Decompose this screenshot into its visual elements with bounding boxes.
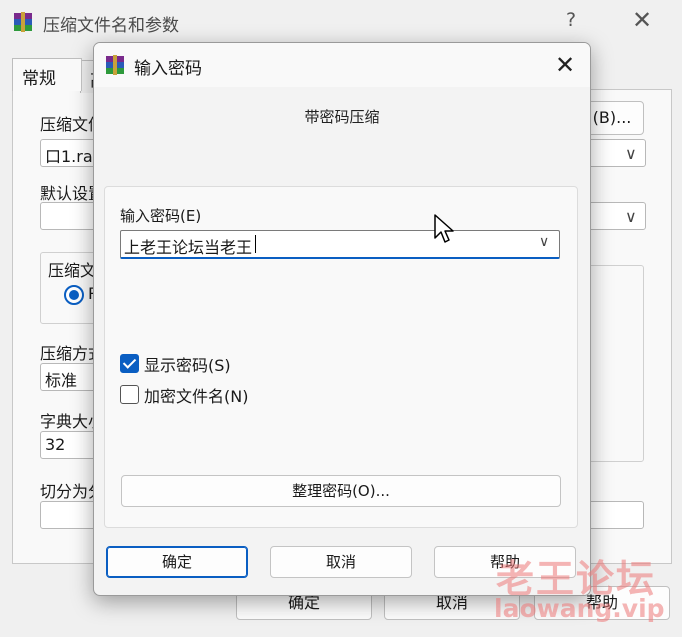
bg-close-icon[interactable]: ✕ [632, 6, 652, 34]
bg-help-icon[interactable]: ? [566, 9, 576, 31]
bg-titlebar: 压缩文件名和参数 ? ✕ [0, 0, 682, 44]
password-dialog: 输入密码 ✕ 带密码压缩 输入密码(E) 上老王论坛当老王 ∨ 显示密码(S) … [93, 42, 591, 596]
dialog-title: 输入密码 [134, 59, 202, 79]
cancel-button[interactable]: 取消 [270, 546, 412, 578]
encrypt-filenames-label[interactable]: 加密文件名(N) [144, 383, 248, 407]
dialog-titlebar: 输入密码 ✕ [94, 43, 590, 87]
chevron-down-icon[interactable]: ∨ [539, 234, 549, 250]
mouse-cursor-icon [434, 214, 454, 243]
show-password-label[interactable]: 显示密码(S) [144, 352, 231, 376]
password-label: 输入密码(E) [120, 207, 202, 225]
winrar-icon [14, 12, 32, 32]
dialog-subtitle: 带密码压缩 [304, 108, 380, 126]
encrypt-filenames-checkbox[interactable] [120, 385, 139, 404]
bg-tab-general[interactable]: 常规 [12, 58, 82, 91]
show-password-checkbox[interactable] [120, 354, 139, 373]
bg-rar-radio[interactable] [64, 285, 84, 305]
bg-window-title: 压缩文件名和参数 [43, 16, 179, 36]
organize-passwords-button[interactable]: 整理密码(O)... [121, 475, 561, 507]
bg-method-dropdown[interactable]: 标准 [40, 363, 100, 391]
watermark-url: laowang.vip [494, 594, 665, 623]
bg-params-field[interactable] [586, 501, 644, 529]
chevron-down-icon: ∨ [625, 207, 637, 226]
password-input[interactable]: 上老王论坛当老王 ∨ [120, 230, 560, 259]
bg-options-groupbox [586, 265, 644, 462]
close-icon[interactable]: ✕ [550, 50, 580, 80]
text-caret [255, 235, 256, 253]
chevron-down-icon: ∨ [625, 144, 637, 163]
ok-button[interactable]: 确定 [106, 546, 248, 578]
password-value: 上老王论坛当老王 [124, 238, 253, 257]
bg-split-field[interactable] [40, 501, 100, 529]
winrar-icon [106, 55, 124, 75]
bg-archive-format-label: 压缩文 [48, 261, 97, 280]
bg-dict-dropdown[interactable]: 32 [40, 431, 100, 459]
